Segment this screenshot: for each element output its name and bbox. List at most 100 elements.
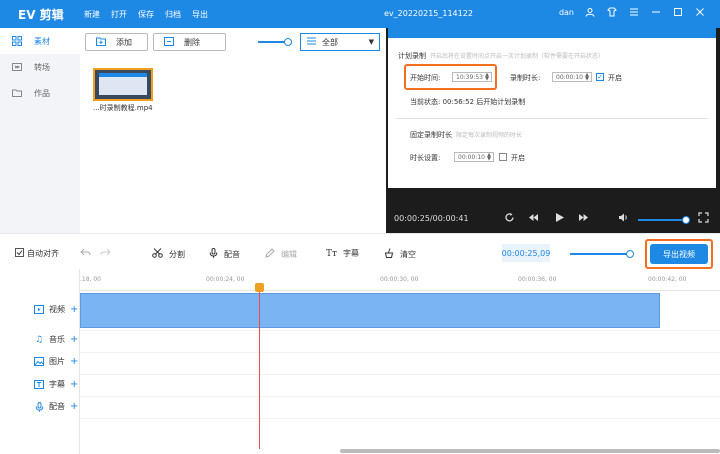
schedule-enable-checkbox[interactable]: ✓ [596,73,604,81]
play-icon[interactable] [554,212,565,226]
nav-transitions[interactable]: 转场 [0,54,80,80]
clear-button[interactable]: 清空 [384,248,416,260]
zoom-slider[interactable] [570,250,634,258]
nav-materials[interactable]: 素材 [0,28,80,54]
auto-align-checkbox[interactable] [15,248,24,259]
edit-button[interactable]: 编辑 [265,248,297,260]
track-dub-label: 配音 [49,402,65,411]
auto-align-label: 自动对齐 [27,249,59,258]
menu-icon[interactable] [628,6,640,18]
minimize-icon[interactable] [650,6,662,18]
track-music-label: 音乐 [49,335,65,344]
slider-knob[interactable] [284,38,292,46]
add-label: 添加 [116,37,132,47]
playhead-handle[interactable] [255,283,264,292]
add-subtitle-icon[interactable]: + [70,379,78,390]
dub-label: 配音 [224,249,240,259]
maximize-icon[interactable] [672,6,684,18]
zoom-knob[interactable] [626,250,634,258]
media-thumbnail[interactable] [93,68,153,101]
main-menu: 新建 打开 保存 归档 导出 [84,9,219,20]
chevron-down-icon: ▼ [368,38,374,46]
fullscreen-icon[interactable] [698,212,709,226]
subtitle-button[interactable]: Tт 字幕 [326,248,359,259]
fixed-enable-checkbox[interactable] [499,153,507,161]
app-logo: EV 剪辑 [18,7,64,22]
current-timecode: 00:00:25,09 [502,244,550,262]
preview-time: 00:00:25/00:00:41 [394,214,469,223]
menu-new[interactable]: 新建 [84,9,111,20]
window-title: ev_20220215_114122 [384,9,473,18]
spinner-icon[interactable]: ▲ ▼ [485,73,489,82]
menu-open[interactable]: 打开 [111,9,138,20]
add-image-icon[interactable]: + [70,356,78,367]
add-video-icon[interactable]: + [70,304,78,315]
nav-works-label: 作品 [34,88,50,98]
rewind-icon[interactable] [528,212,539,226]
nav-works[interactable]: 作品 [0,80,80,106]
track-dub: 配音 + [34,401,78,412]
title-bar: EV 剪辑 新建 打开 保存 归档 导出 ev_20220215_114122 … [0,0,720,28]
left-nav: 素材 转场 作品 [0,28,80,233]
list-icon [307,37,316,47]
video-clip[interactable] [80,293,660,328]
schedule-enable-label: 开启 [608,74,622,82]
add-button[interactable]: 添加 [85,33,148,51]
redo-icon[interactable] [100,247,111,257]
add-music-icon[interactable]: + [70,334,78,345]
undo-icon[interactable] [80,247,91,257]
length-input[interactable]: 00:00:10 ▲ ▼ [454,152,494,162]
playhead-line[interactable] [259,284,260,449]
track-music: ♫ 音乐 + [34,334,78,345]
replay-icon[interactable] [504,212,515,226]
close-icon[interactable] [694,6,706,18]
folder-icon [12,88,22,98]
pencil-icon [265,248,275,260]
timeline-ruler[interactable]: .18, 00 00:00:24, 00 00:00:30, 00 00:00:… [80,269,720,291]
start-time-label: 开始时间: [410,74,441,82]
preview-panel: 计划录制 开启后将在设置时间点开启一次计划录制（软件需要在开启状态） 开始时间:… [386,28,720,233]
add-dub-icon[interactable]: + [70,401,78,412]
subtitle-label: 字幕 [342,249,359,258]
duration-value: 00:00:10 [556,73,583,81]
media-panel: 添加 删除 全部 ▼ ...时录制教程.mp4 [80,28,386,233]
user-icon[interactable] [584,6,596,18]
text-icon: Tт [326,248,337,259]
volume-slider[interactable] [638,216,690,224]
duration-input[interactable]: 00:00:10 ▲ ▼ [552,72,592,82]
delete-button[interactable]: 删除 [153,33,226,51]
split-button[interactable]: 分割 [152,248,185,260]
menu-export[interactable]: 导出 [192,9,219,20]
volume-icon[interactable] [618,212,629,226]
timeline-scrollbar[interactable] [340,449,720,453]
filter-value: 全部 [322,37,338,47]
transition-icon [12,62,22,72]
thumbnail-size-slider[interactable] [258,38,292,46]
fast-forward-icon[interactable] [578,212,589,226]
export-video-button[interactable]: 导出视频 [650,244,708,264]
dialog-header [388,28,716,38]
dub-button[interactable]: 配音 [209,248,240,260]
spinner-icon[interactable]: ▲ ▼ [487,153,491,162]
start-time-value: 10:39:53 [456,73,483,81]
track-subtitle-label: 字幕 [49,380,65,389]
skin-icon[interactable] [606,6,618,18]
filter-select[interactable]: 全部 ▼ [300,33,380,51]
timeline-toolbar: 自动对齐 分割 配音 编辑 Tт 字幕 清空 00:00:25,09 导出视频 [0,233,720,269]
track-divider [80,374,720,375]
spinner-icon[interactable]: ▲ ▼ [585,73,589,82]
track-divider [80,418,720,419]
broom-icon [384,248,394,260]
length-label: 时长设置: [410,154,441,162]
track-divider [80,396,720,397]
auto-align-toggle[interactable]: 自动对齐 [15,248,59,259]
menu-archive[interactable]: 归档 [165,9,192,20]
volume-knob[interactable] [682,216,690,224]
menu-save[interactable]: 保存 [138,9,165,20]
start-time-input[interactable]: 10:39:53 ▲ ▼ [452,72,492,82]
video-icon [34,305,44,315]
window-controls: dan [559,6,706,18]
media-file-name: ...时录制教程.mp4 [93,104,153,112]
schedule-title: 计划录制 [398,52,426,60]
music-icon: ♫ [34,334,44,345]
